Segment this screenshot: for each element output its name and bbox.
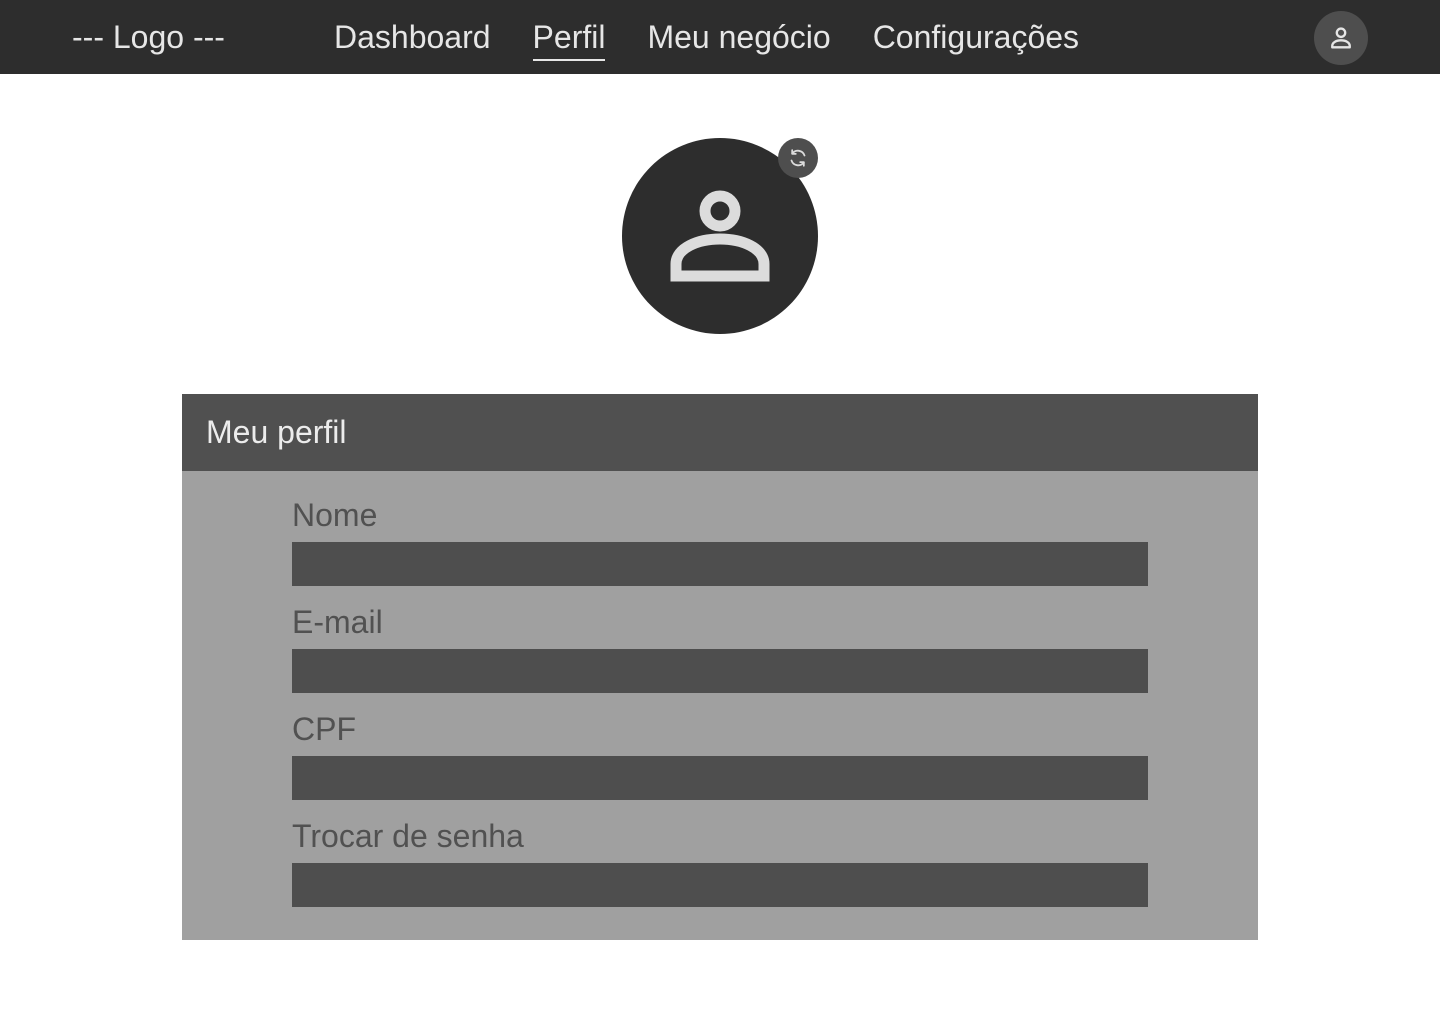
nav-item-perfil[interactable]: Perfil (532, 17, 605, 61)
main-nav: Dashboard Perfil Meu negócio Configuraçõ… (334, 0, 1121, 74)
nav-item-meu-negocio[interactable]: Meu negócio (647, 17, 830, 57)
cpf-input[interactable] (292, 756, 1148, 800)
name-input[interactable] (292, 542, 1148, 586)
logo[interactable]: --- Logo --- (72, 0, 225, 74)
cpf-field-group: CPF (292, 708, 1148, 815)
name-field-group: Nome (292, 494, 1148, 601)
person-icon (1331, 27, 1351, 49)
profile-card-header: Meu perfil (182, 394, 1258, 471)
change-password-input[interactable] (292, 863, 1148, 907)
change-password-label: Trocar de senha (292, 818, 524, 854)
change-password-field-group: Trocar de senha (292, 815, 1148, 922)
refresh-icon (790, 149, 806, 167)
account-button[interactable] (1314, 11, 1368, 65)
profile-card: Meu perfil Nome E-mail CPF Trocar de sen… (182, 394, 1258, 940)
card-title: Meu perfil (206, 414, 347, 450)
email-field-group: E-mail (292, 601, 1148, 708)
cpf-label: CPF (292, 711, 356, 747)
change-photo-button[interactable] (778, 138, 818, 178)
email-label: E-mail (292, 604, 383, 640)
name-label: Nome (292, 497, 378, 533)
person-icon (670, 190, 770, 282)
nav-item-dashboard[interactable]: Dashboard (334, 17, 491, 57)
nav-item-configuracoes[interactable]: Configurações (873, 17, 1079, 57)
profile-form: Nome E-mail CPF Trocar de senha (292, 494, 1148, 922)
email-input[interactable] (292, 649, 1148, 693)
top-navigation-bar: --- Logo --- Dashboard Perfil Meu negóci… (0, 0, 1440, 74)
